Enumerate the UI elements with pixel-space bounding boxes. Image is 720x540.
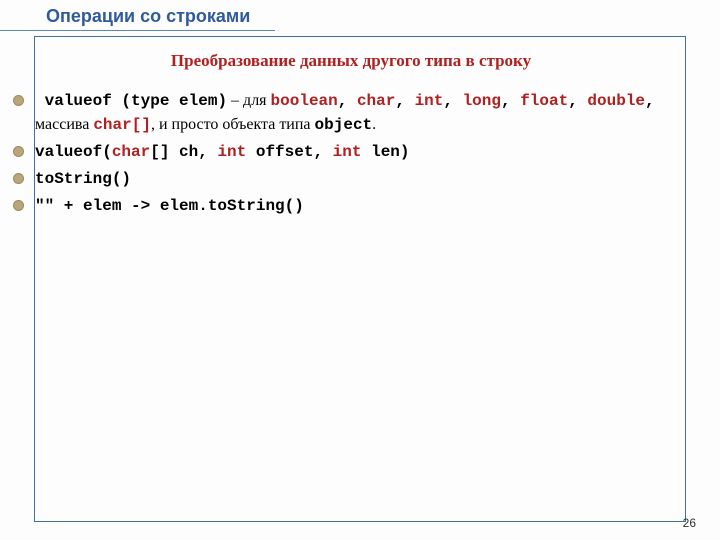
list-item: valueof(char[] ch, int offset, int len) (13, 140, 667, 164)
title-underline (0, 30, 275, 31)
code-text: [] ch, (150, 143, 217, 161)
code-text: , (568, 92, 587, 110)
content-frame: Преобразование данных другого типа в стр… (34, 36, 686, 522)
code-text: toString() (35, 170, 131, 188)
code-text (35, 92, 45, 110)
keyword: char (112, 143, 150, 161)
code-text: "" + elem -> elem.toString() (35, 197, 304, 215)
code-text: , (338, 92, 357, 110)
page-number: 26 (683, 516, 696, 530)
bullet-list: valueof (type elem) – для boolean, char,… (35, 89, 667, 218)
keyword: float (520, 92, 568, 110)
keyword: char (357, 92, 395, 110)
keyword: long (463, 92, 501, 110)
code-text: , (443, 92, 462, 110)
keyword: boolean (271, 92, 338, 110)
list-item: toString() (13, 167, 667, 191)
keyword: int (217, 143, 246, 161)
keyword: int (415, 92, 444, 110)
body-text: массива (35, 116, 93, 133)
code-text: offset, (246, 143, 332, 161)
keyword: double (587, 92, 645, 110)
code-text: , (395, 92, 414, 110)
keyword: char[] (93, 116, 151, 134)
list-item: valueof (type elem) – для boolean, char,… (13, 89, 667, 137)
list-item: "" + elem -> elem.toString() (13, 194, 667, 218)
body-text: , и просто объекта типа (151, 116, 315, 133)
code-text: valueof( (35, 143, 112, 161)
code-text: , (501, 92, 520, 110)
code-text: object (315, 116, 373, 134)
keyword: int (333, 143, 362, 161)
code-text: valueof (type elem) (45, 92, 227, 110)
code-text: , (645, 92, 655, 110)
page-title: Операции со строками (0, 0, 720, 31)
code-text: len) (361, 143, 409, 161)
body-text: – для (227, 92, 270, 109)
body-text: . (372, 116, 376, 133)
subtitle: Преобразование данных другого типа в стр… (35, 51, 667, 71)
